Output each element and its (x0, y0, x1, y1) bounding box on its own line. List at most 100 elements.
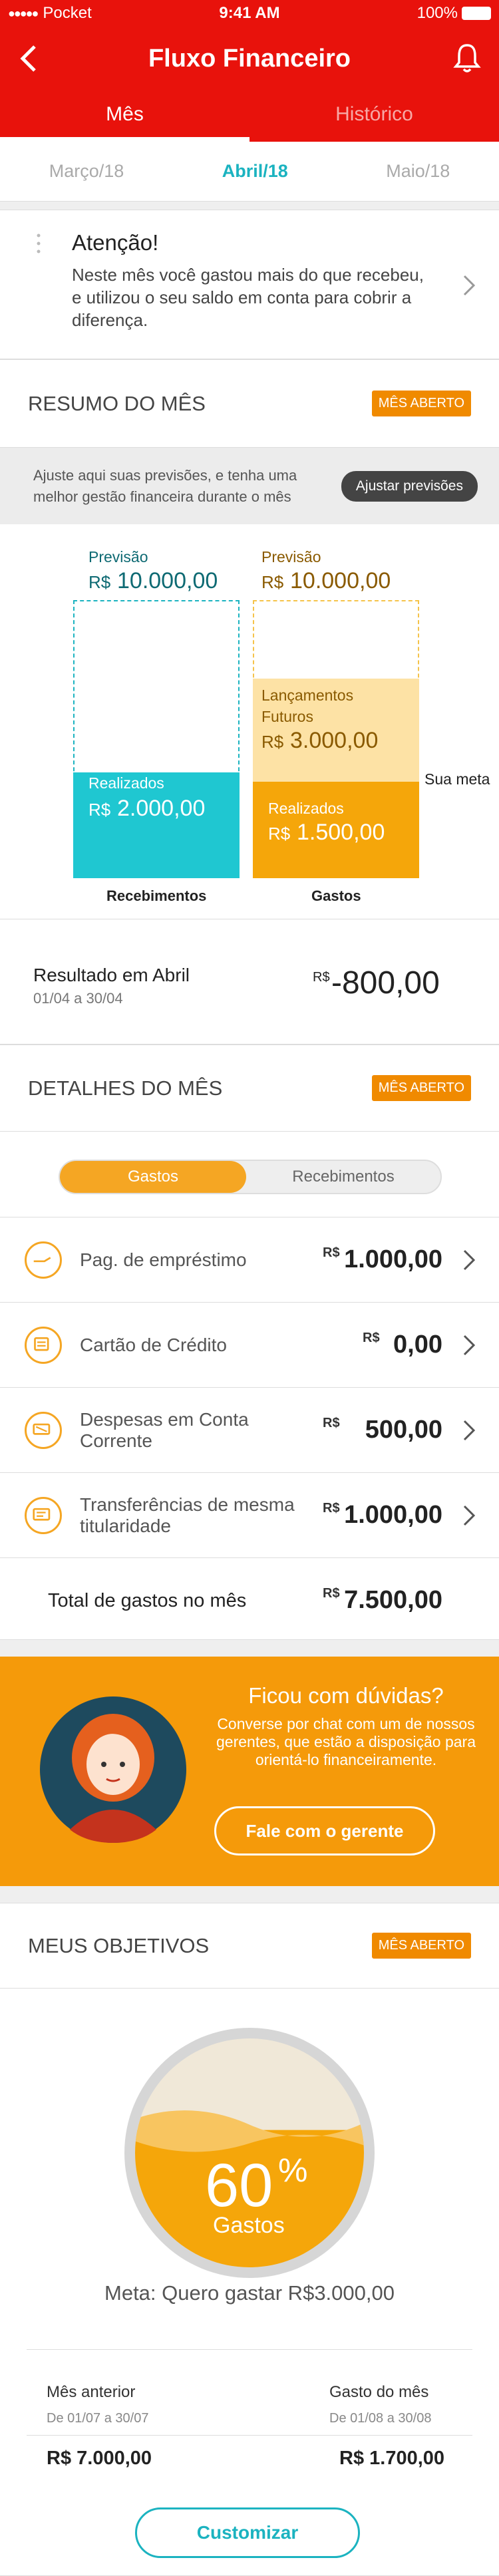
toggle-gastos[interactable]: Gastos (60, 1161, 246, 1193)
expense-row[interactable]: Cartão de Crédito R$ 0,00 (0, 1302, 499, 1387)
chevron-right-icon (463, 275, 476, 296)
prev-period: De 01/07 a 30/07 (47, 2411, 149, 2426)
details-card: DETALHES DO MÊS MÊS ABERTO Gastos Recebi… (0, 1045, 499, 1640)
chat-manager-button[interactable]: Fale com o gerente (214, 1806, 435, 1855)
status-badge: MÊS ABERTO (371, 1933, 471, 1959)
resumo-card: RESUMO DO MÊS MÊS ABERTO Ajuste aqui sua… (0, 359, 499, 1045)
receb-caption: Recebimentos (106, 887, 207, 904)
credit-card-icon (25, 1327, 62, 1364)
chevron-right-icon (463, 1249, 476, 1270)
forecast-chart: Previsão R$ 10.000,00 Realizados R$ 2.00… (0, 524, 499, 904)
gastos-caption: Gastos (311, 887, 361, 904)
goals-card: MEUS OBJETIVOS MÊS ABERTO 60 % Gastos Me… (0, 1903, 499, 2576)
month-prev[interactable]: Março/18 (49, 161, 124, 182)
resumo-header: RESUMO DO MÊS MÊS ABERTO (0, 360, 499, 448)
toggle-recebimentos[interactable]: Recebimentos (246, 1161, 440, 1193)
type-toggle: Gastos Recebimentos (59, 1160, 442, 1194)
bell-icon[interactable] (452, 41, 482, 75)
expense-row[interactable]: Pag. de empréstimo R$ 1.000,00 (0, 1217, 499, 1302)
row-currency: R$ (323, 1501, 340, 1516)
gastos-real-cur: R$ (268, 824, 291, 844)
chat-banner: Ficou com dúvidas? Converse por chat com… (0, 1657, 499, 1886)
tab-bar: Mês Histórico (0, 91, 499, 142)
result-label: Resultado em Abril (33, 965, 190, 985)
goals-header: MEUS OBJETIVOS MÊS ABERTO (0, 1903, 499, 1989)
transfer-icon (25, 1497, 62, 1534)
receb-real-value: 2.000,00 (117, 796, 206, 821)
result-period: 01/04 a 30/04 (33, 990, 123, 1007)
chat-title: Ficou com dúvidas? (248, 1683, 444, 1708)
gastos-prev-value: 10.000,00 (290, 568, 391, 593)
row-currency: R$ (363, 1331, 380, 1345)
month-next[interactable]: Maio/18 (386, 161, 450, 182)
result-cur: R$ (313, 970, 330, 985)
status-bar: ●●●●● Pocket 9:41 AM 100% (0, 0, 499, 27)
tab-mes[interactable]: Mês (0, 91, 250, 142)
tab-indicator (0, 137, 250, 142)
gauge-percent: 60 (205, 2152, 273, 2219)
result-row: Resultado em Abril 01/04 a 30/04 R$ -800… (0, 919, 499, 1045)
app-header: ●●●●● Pocket 9:41 AM 100% Fluxo Financei… (0, 0, 499, 142)
chat-text: Converse por chat com um de nossos geren… (216, 1715, 476, 1768)
expense-row[interactable]: Despesas em Conta Corrente R$ 500,00 (0, 1387, 499, 1472)
chevron-right-icon (463, 1420, 476, 1440)
cur-label: Gasto do mês (329, 2383, 429, 2401)
status-badge: MÊS ABERTO (371, 391, 471, 416)
gastos-real-value: 1.500,00 (297, 820, 385, 845)
status-badge: MÊS ABERTO (371, 1075, 471, 1101)
gastos-prev-label: Previsão (261, 548, 321, 565)
row-name: Cartão de Crédito (80, 1334, 228, 1355)
gastos-lanc-label2: Futuros (261, 708, 313, 725)
back-arrow-icon[interactable] (17, 44, 44, 73)
expense-row[interactable]: Transferências de mesma titularidade R$ … (0, 1472, 499, 1557)
receb-real-cur: R$ (88, 800, 111, 820)
row-currency: R$ (323, 1245, 340, 1260)
goals-title: MEUS OBJETIVOS (28, 1933, 210, 1957)
nav-bar: Fluxo Financeiro (0, 27, 499, 91)
receb-prev-value: 10.000,00 (117, 568, 218, 593)
total-value: 7.500,00 (344, 1586, 442, 1614)
meta-label: Sua meta (424, 770, 490, 788)
total-row: Total de gastos no mês R$ 7.500,00 (0, 1557, 499, 1643)
wallet-icon (25, 1412, 62, 1449)
gastos-lanc-value: 3.000,00 (290, 728, 379, 753)
adjust-banner: Ajuste aqui suas previsões, e tenha uma … (0, 448, 499, 524)
chevron-right-icon (463, 1505, 476, 1526)
row-value: 1.000,00 (344, 1501, 442, 1529)
gastos-lanc-cur: R$ (261, 732, 284, 752)
total-label: Total de gastos no mês (48, 1589, 247, 1611)
alert-title: Atenção! (72, 230, 159, 255)
manager-avatar (40, 1696, 186, 1843)
row-name: Transferências de mesma titularidade (80, 1494, 295, 1536)
gastos-real-label: Realizados (268, 800, 344, 817)
gastos-lanc-label: Lançamentos (261, 687, 354, 704)
clock: 9:41 AM (219, 4, 280, 22)
cur-period: De 01/08 a 30/08 (329, 2411, 432, 2426)
month-selector: Março/18 Abril/18 Maio/18 (0, 142, 499, 202)
details-header: DETALHES DO MÊS MÊS ABERTO (0, 1045, 499, 1132)
tab-historico[interactable]: Histórico (250, 91, 499, 142)
row-value: 0,00 (393, 1331, 442, 1359)
goal-summary: Mês anterior De 01/07 a 30/07 Gasto do m… (27, 2349, 472, 2436)
adjust-text: Ajuste aqui suas previsões, e tenha uma … (33, 466, 297, 505)
cur-value: R$ 1.700,00 (339, 2448, 445, 2469)
month-current[interactable]: Abril/18 (222, 161, 288, 182)
resumo-title: RESUMO DO MÊS (28, 391, 206, 415)
gastos-prev-cur: R$ (261, 572, 284, 592)
receb-real-label: Realizados (88, 774, 164, 792)
row-name: Pag. de empréstimo (80, 1249, 247, 1270)
customize-button[interactable]: Customizar (135, 2507, 360, 2558)
adjust-button[interactable]: Ajustar previsões (341, 470, 478, 502)
goal-meta-text: Meta: Quero gastar R$3.000,00 (104, 2281, 395, 2305)
total-currency: R$ (323, 1586, 340, 1601)
page-title: Fluxo Financeiro (148, 45, 351, 73)
more-dots-icon (37, 234, 41, 253)
receb-prev-label: Previsão (88, 548, 148, 565)
row-value: 500,00 (365, 1416, 442, 1444)
row-currency: R$ (323, 1416, 340, 1430)
prev-value: R$ 7.000,00 (47, 2448, 152, 2469)
prev-label: Mês anterior (47, 2383, 136, 2401)
row-name: Despesas em Conta Corrente (80, 1408, 249, 1451)
gauge-percent-sign: % (278, 2152, 308, 2189)
alert-card[interactable]: Atenção! Neste mês você gastou mais do q… (0, 210, 499, 359)
